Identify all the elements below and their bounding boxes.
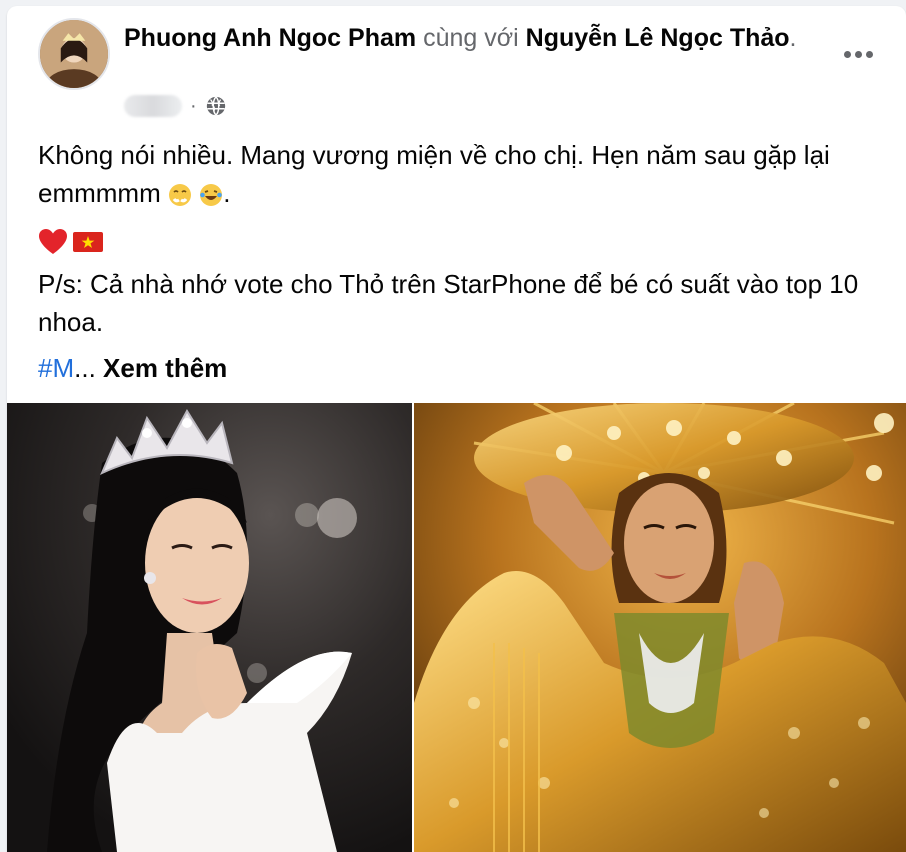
steaming-face-emoji bbox=[169, 184, 191, 207]
post-meta: · bbox=[124, 93, 227, 119]
timestamp-blurred[interactable] bbox=[124, 95, 182, 117]
with-label: cùng với bbox=[423, 24, 519, 52]
emoji-line bbox=[38, 221, 888, 263]
hashtag-link[interactable]: #M bbox=[38, 353, 74, 383]
post-header: Phuong Anh Ngoc Pham cùng với Nguyễn Lê … bbox=[124, 22, 814, 55]
see-more-button[interactable]: Xem thêm bbox=[103, 353, 227, 383]
post-paragraph-1: Không nói nhiều. Mang vương miện về cho … bbox=[38, 136, 888, 212]
photo-right[interactable] bbox=[414, 403, 906, 852]
post-text-line1-suffix: . bbox=[223, 178, 231, 208]
see-more-line: #M... Xem thêm bbox=[38, 349, 888, 387]
vietnam-flag-emoji bbox=[73, 232, 103, 252]
author-avatar[interactable] bbox=[38, 18, 110, 90]
photo-right-image bbox=[414, 403, 906, 852]
photo-grid bbox=[7, 403, 906, 852]
post-text-line1: Không nói nhiều. Mang vương miện về cho … bbox=[38, 140, 830, 208]
heart-emoji bbox=[39, 229, 67, 254]
more-dot bbox=[854, 50, 862, 58]
meta-separator: · bbox=[190, 95, 197, 117]
post-paragraph-ps: P/s: Cả nhà nhớ vote cho Thỏ trên StarPh… bbox=[38, 269, 859, 337]
post-text: Không nói nhiều. Mang vương miện về cho … bbox=[38, 136, 888, 387]
more-dot bbox=[865, 50, 873, 58]
tagged-name[interactable]: Nguyễn Lê Ngọc Thảo bbox=[526, 24, 790, 52]
more-horizontal-icon bbox=[843, 50, 851, 58]
photo-left-image bbox=[7, 403, 412, 852]
globe-icon[interactable] bbox=[205, 95, 227, 117]
photo-left[interactable] bbox=[7, 403, 412, 852]
laughing-tears-emoji bbox=[200, 184, 223, 207]
ellipsis: ... bbox=[74, 353, 96, 383]
avatar-image bbox=[40, 20, 108, 88]
tagged-suffix: . bbox=[789, 24, 797, 52]
post-card: Phuong Anh Ngoc Pham cùng với Nguyễn Lê … bbox=[7, 6, 906, 852]
more-options-button[interactable] bbox=[840, 36, 876, 72]
author-name[interactable]: Phuong Anh Ngoc Pham bbox=[124, 24, 416, 52]
